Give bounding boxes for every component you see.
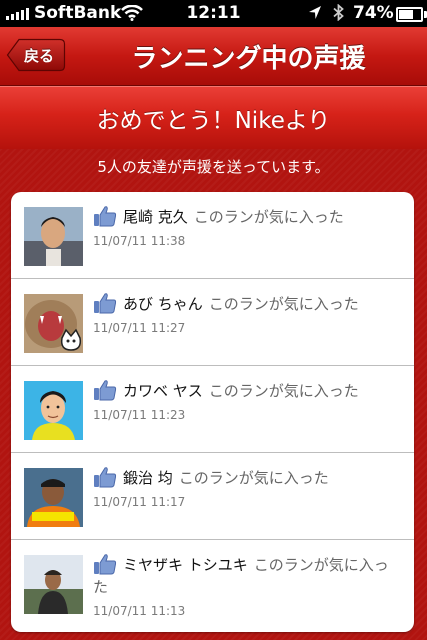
friend-name[interactable]: 鍛治 均 — [123, 469, 173, 487]
bluetooth-icon — [333, 3, 344, 25]
cheer-text: カワベ ヤス このランが気に入った — [93, 380, 398, 402]
cheer-timestamp: 11/07/11 11:38 — [93, 234, 186, 248]
back-button[interactable]: 戻る — [6, 38, 66, 72]
cheer-timestamp: 11/07/11 11:13 — [93, 604, 186, 618]
avatar — [24, 381, 83, 440]
cheer-text: ミヤザキ トシユキ このランが気に入った — [93, 554, 398, 598]
cheer-action: このランが気に入った — [193, 208, 344, 226]
status-bar: SoftBank 12:11 74% — [0, 0, 427, 27]
cheer-list: 尾崎 克久 このランが気に入った 11/07/11 11:38 あび ちゃん このラ… — [11, 192, 414, 632]
cheer-timestamp: 11/07/11 11:23 — [93, 408, 186, 422]
congrats-banner: おめでとう！Nikeより — [0, 86, 427, 150]
banner-title: おめでとう！Nikeより — [96, 108, 331, 134]
cheer-text: 尾崎 克久 このランが気に入った — [93, 206, 398, 228]
list-item[interactable]: カワベ ヤス このランが気に入った 11/07/11 11:23 — [11, 366, 414, 453]
navigation-bar: 戻る ランニング中の声援 — [0, 27, 427, 86]
friend-name[interactable]: あび ちゃん — [123, 295, 203, 313]
list-item[interactable]: あび ちゃん このランが気に入った 11/07/11 11:27 — [11, 279, 414, 366]
battery-icon — [396, 7, 427, 22]
back-button-label: 戻る — [24, 47, 55, 65]
friend-name[interactable]: ミヤザキ トシユキ — [123, 556, 248, 574]
list-item[interactable]: 尾崎 克久 このランが気に入った 11/07/11 11:38 — [11, 192, 414, 279]
cheer-summary: 5人の友達が声援を送っています。 — [97, 158, 330, 176]
friend-name[interactable]: 尾崎 克久 — [123, 208, 188, 226]
cheer-timestamp: 11/07/11 11:17 — [93, 495, 186, 509]
battery-percentage: 74% — [353, 3, 394, 23]
cheer-timestamp: 11/07/11 11:27 — [93, 321, 186, 335]
friend-name[interactable]: カワベ ヤス — [123, 382, 203, 400]
cheer-action: このランが気に入った — [208, 295, 359, 313]
avatar — [24, 294, 83, 353]
list-item[interactable]: 鍛治 均このランが気に入った 11/07/11 11:17 — [11, 453, 414, 540]
content-area: 5人の友達が声援を送っています。 尾崎 克久 このランが気に入った 11/07/1… — [0, 149, 427, 640]
location-arrow-icon — [308, 5, 322, 25]
page-title: ランニング中の声援 — [131, 44, 366, 74]
avatar — [24, 468, 83, 527]
cheer-action: このランが気に入った — [178, 469, 329, 487]
list-item[interactable]: ミヤザキ トシユキ このランが気に入った 11/07/11 11:13 — [11, 540, 414, 626]
cheer-text: 鍛治 均このランが気に入った — [93, 467, 398, 489]
cheer-text: あび ちゃん このランが気に入った — [93, 293, 398, 315]
avatar — [24, 555, 83, 614]
cheer-action: このランが気に入った — [208, 382, 359, 400]
avatar — [24, 207, 83, 266]
